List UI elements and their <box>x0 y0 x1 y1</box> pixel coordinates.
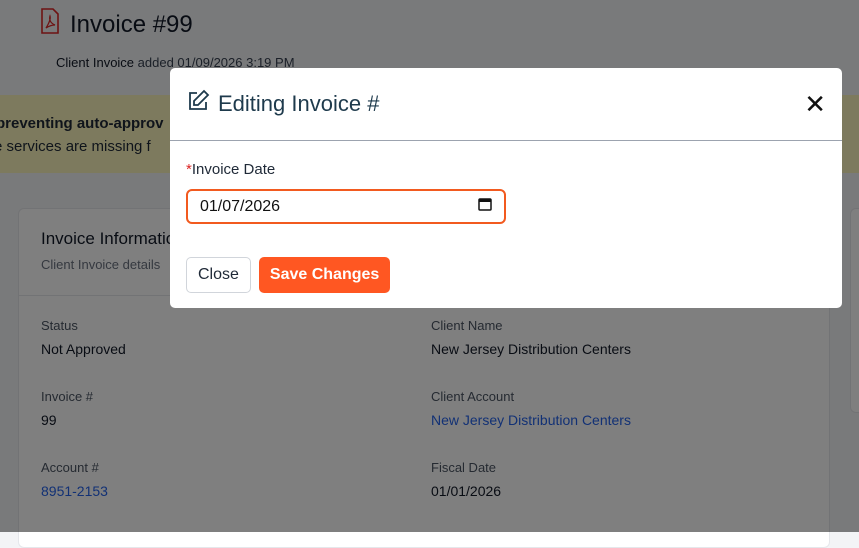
date-value: 01/07/2026 <box>200 197 281 215</box>
close-icon[interactable]: ✕ <box>804 91 826 117</box>
close-button[interactable]: Close <box>186 257 251 293</box>
calendar-icon[interactable] <box>478 197 492 216</box>
invoice-date-label: *Invoice Date <box>186 161 826 178</box>
edit-icon <box>186 89 210 119</box>
invoice-date-input[interactable]: 01/07/2026 <box>186 189 506 224</box>
edit-invoice-modal: Editing Invoice # ✕ *Invoice Date 01/07/… <box>170 68 842 308</box>
save-changes-button[interactable]: Save Changes <box>258 257 391 293</box>
label-text: Invoice Date <box>191 161 276 178</box>
modal-title: Editing Invoice # <box>218 91 380 116</box>
